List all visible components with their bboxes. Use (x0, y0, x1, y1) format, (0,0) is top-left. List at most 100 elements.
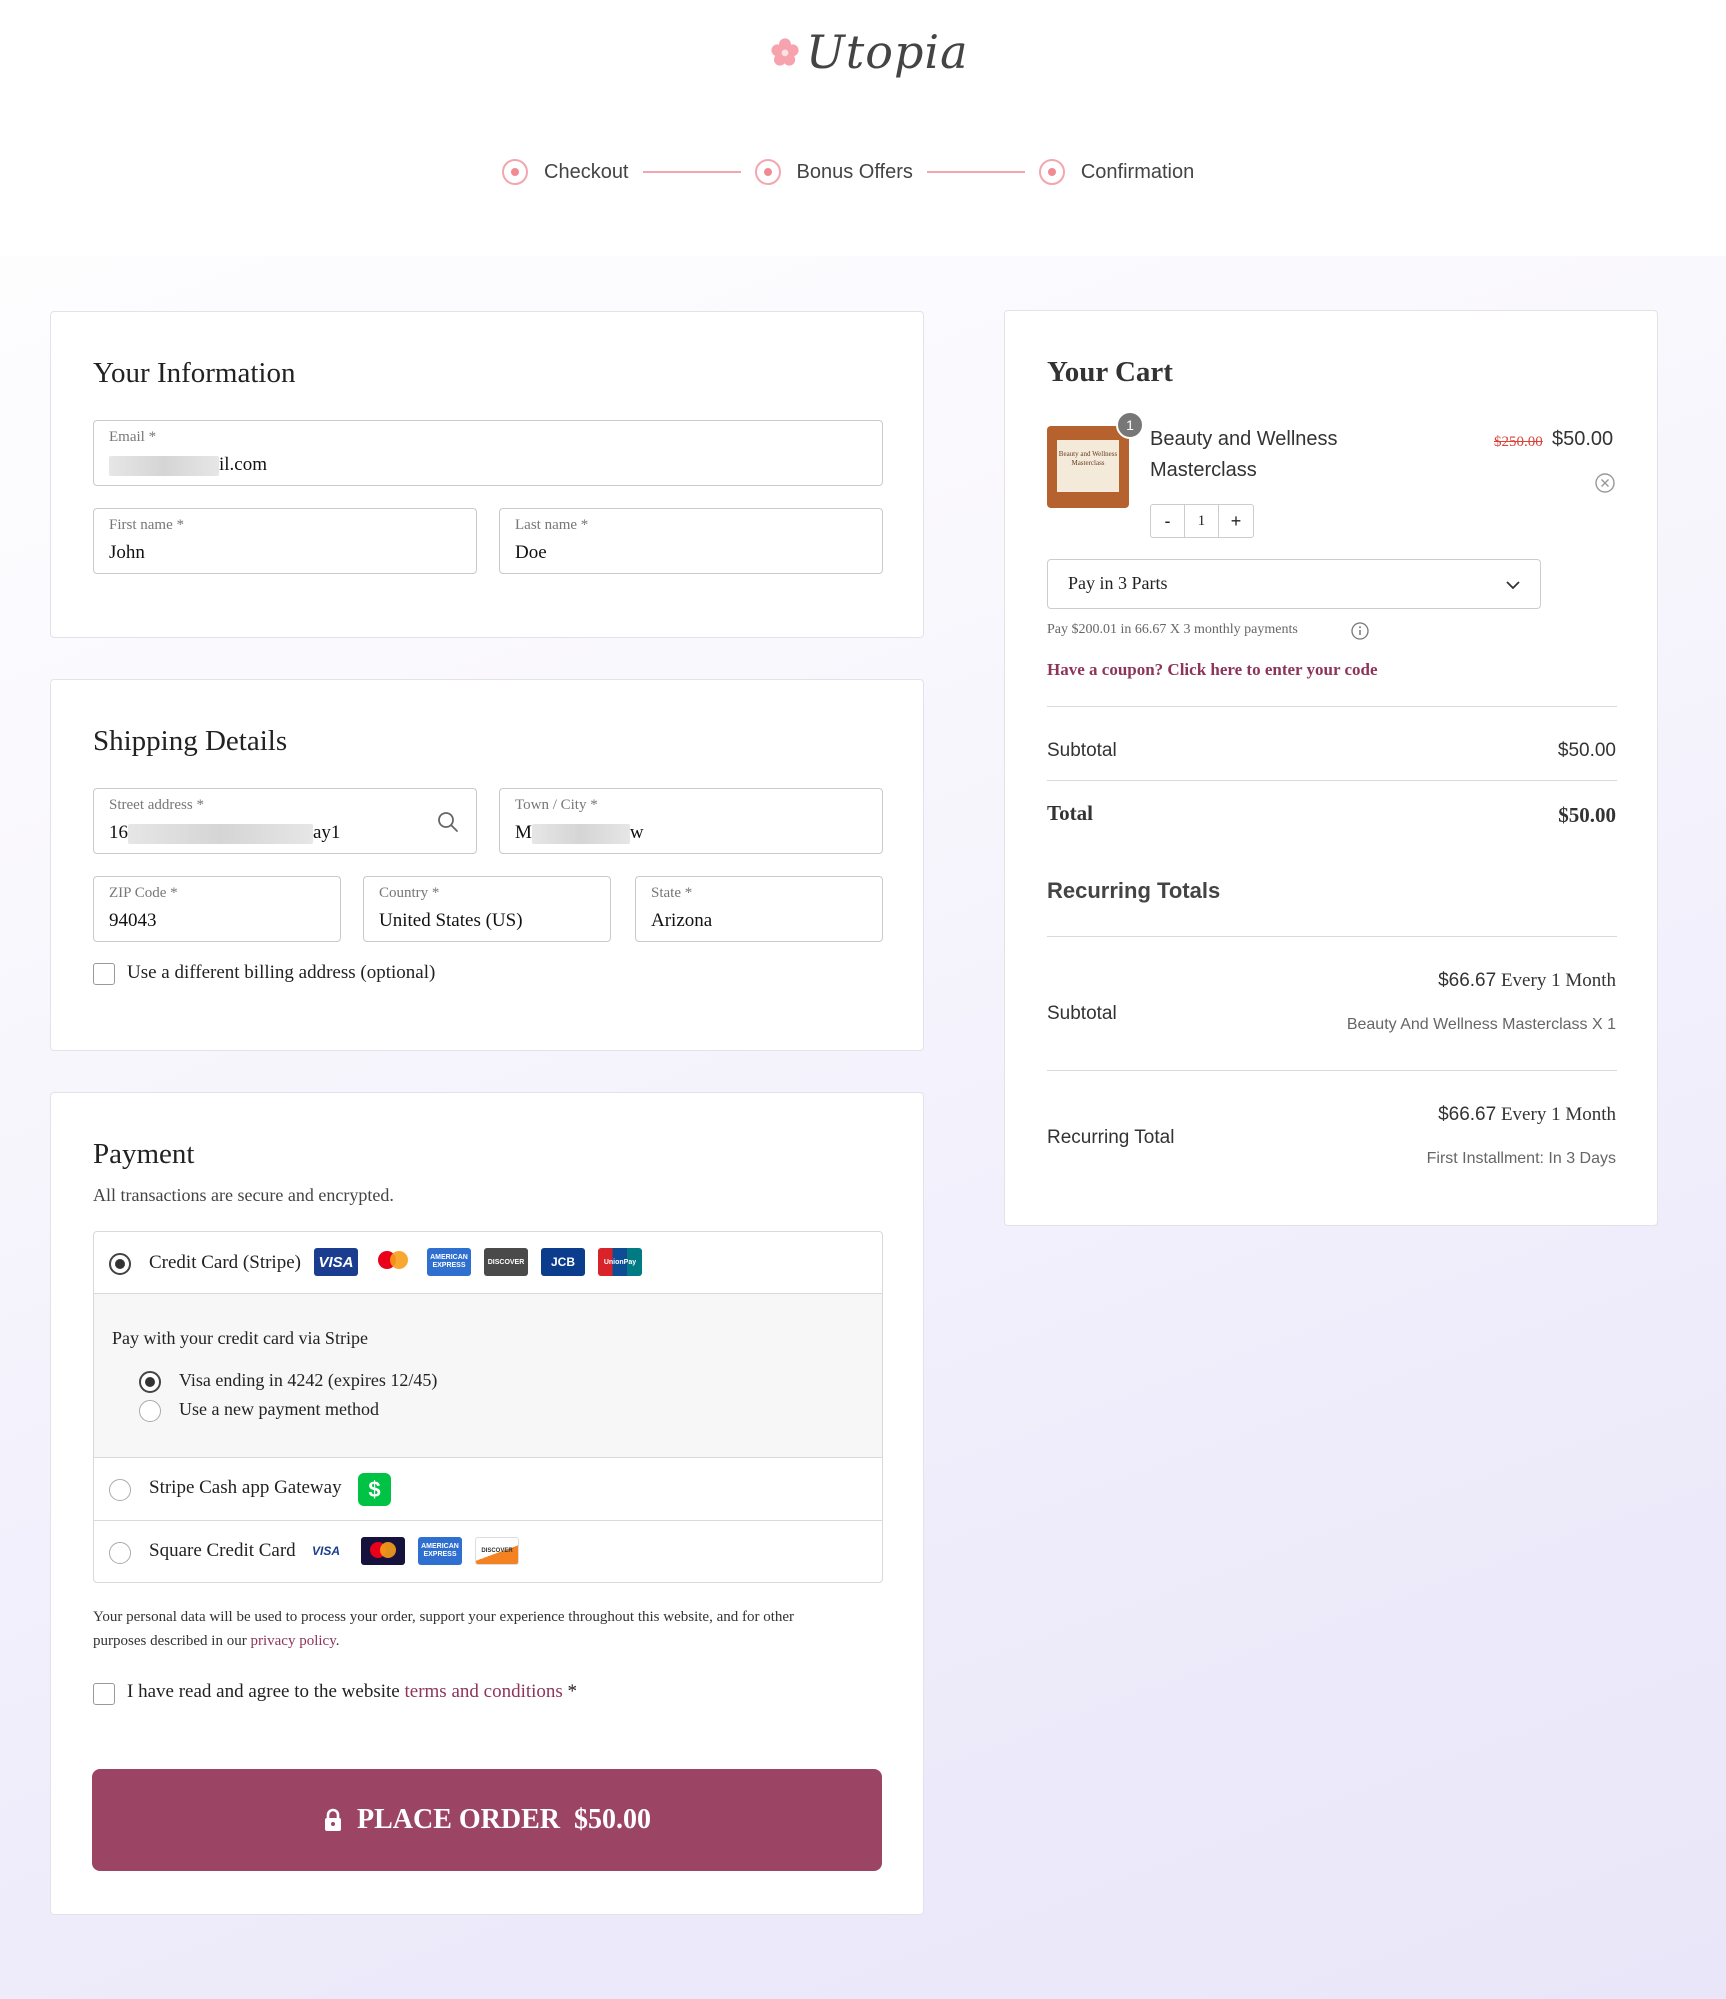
state-field[interactable]: State * Arizona (635, 876, 883, 942)
payment-method-label: Stripe Cash app Gateway (149, 1477, 342, 1498)
shipping-details-card: Shipping Details Street address * 16 ay1 … (50, 679, 924, 1051)
city-field[interactable]: Town / City * Mw (499, 788, 883, 854)
quantity-stepper: - 1 + (1150, 504, 1254, 538)
terms-checkbox[interactable] (93, 1683, 115, 1705)
payment-methods-box: Credit Card (Stripe) VISA AMERICAN EXPRE… (93, 1231, 883, 1583)
different-billing-label: Use a different billing address (optiona… (127, 962, 436, 983)
step-bonus-offers[interactable]: Bonus Offers (754, 159, 913, 185)
country-field[interactable]: Country * United States (US) (363, 876, 611, 942)
first-name-field[interactable]: First name * John (93, 508, 477, 574)
terms-link[interactable]: terms and conditions (404, 1681, 562, 1702)
remove-circle-icon[interactable] (1594, 472, 1616, 494)
email-field[interactable]: Email * il.com (93, 420, 883, 486)
divider (1047, 1070, 1617, 1071)
mastercard-icon (361, 1537, 405, 1565)
zip-code-value: 94043 (109, 910, 157, 931)
discover-icon: DISCOVER (484, 1248, 528, 1276)
field-label: State * (651, 885, 693, 901)
privacy-policy-link[interactable]: privacy policy (250, 1633, 335, 1649)
redacted-text (109, 455, 219, 476)
step-label: Confirmation (1080, 160, 1195, 183)
step-dot-icon (754, 159, 781, 185)
new-method-radio[interactable] (139, 1400, 161, 1422)
place-order-label: PLACE ORDER (356, 1804, 560, 1835)
quantity-value[interactable]: 1 (1185, 505, 1219, 537)
your-information-card: Your Information Email * il.com First na… (50, 311, 924, 638)
cart-item-old-price: $250.00 (1494, 434, 1543, 450)
checkout-steps: Checkout Bonus Offers Confirmation (502, 152, 1194, 192)
street-address-field[interactable]: Street address * 16 ay1 (93, 788, 477, 854)
payment-method-label: Square Credit Card (149, 1540, 296, 1561)
field-label: Email * (109, 429, 157, 445)
square-radio[interactable] (109, 1542, 131, 1564)
terms-label: I have read and agree to the website ter… (127, 1681, 578, 1702)
country-value: United States (US) (379, 910, 523, 931)
cash-app-radio[interactable] (109, 1479, 131, 1501)
cart-item-price: $50.00 (1552, 428, 1614, 450)
unionpay-icon: UnionPay (598, 1248, 642, 1276)
jcb-icon: JCB (541, 1248, 585, 1276)
cart-item-name-line1: Beauty and Wellness (1150, 428, 1338, 450)
subtotal-label: Subtotal (1047, 740, 1117, 761)
step-dot-icon (502, 159, 528, 185)
last-name-field[interactable]: Last name * Doe (499, 508, 883, 574)
cart-item-thumbnail: Beauty and Wellness Masterclass (1047, 426, 1129, 508)
step-checkout[interactable]: Checkout (502, 159, 629, 185)
visa-icon: VISA (314, 1248, 358, 1276)
street-address-value: 16 ay1 (109, 822, 341, 844)
stripe-details-panel: Pay with your credit card via Stripe Vis… (94, 1294, 882, 1458)
city-value: Mw (515, 822, 644, 844)
recurring-subtotal-value: $66.67 Every 1 Month (1438, 970, 1616, 991)
section-title: Shipping Details (93, 725, 288, 757)
chevron-down-icon (1506, 581, 1520, 590)
section-title: Your Information (93, 357, 296, 389)
field-label: Street address * (109, 797, 204, 813)
recurring-total-note: First Installment: In 3 Days (1426, 1150, 1616, 1167)
payment-plan-select[interactable]: Pay in 3 Parts (1047, 559, 1541, 609)
payment-method-label: Credit Card (Stripe) (149, 1252, 301, 1273)
payment-method-cash-app[interactable]: Stripe Cash app Gateway $ (94, 1458, 882, 1521)
cart-title: Your Cart (1047, 356, 1173, 388)
state-value: Arizona (651, 910, 713, 931)
mastercard-icon (371, 1248, 415, 1276)
total-label: Total (1047, 801, 1093, 825)
saved-card-label: Visa ending in 4242 (expires 12/45) (179, 1370, 438, 1390)
lock-icon (324, 1808, 341, 1831)
last-name-value: Doe (515, 542, 547, 563)
subtotal-value: $50.00 (1557, 740, 1616, 761)
coupon-link[interactable]: Have a coupon? Click here to enter your … (1047, 660, 1378, 680)
divider (1047, 706, 1617, 707)
different-billing-checkbox[interactable] (93, 963, 115, 985)
cash-app-icon: $ (358, 1473, 391, 1506)
saved-card-radio[interactable] (139, 1371, 161, 1393)
step-dot-icon (1038, 159, 1065, 185)
field-label: Last name * (515, 517, 589, 533)
email-value: il.com (109, 454, 267, 476)
quantity-minus-button[interactable]: - (1151, 505, 1185, 537)
quantity-badge: 1 (1116, 411, 1144, 439)
place-order-button[interactable]: PLACE ORDER $50.00 (92, 1769, 882, 1871)
step-confirmation[interactable]: Confirmation (1038, 159, 1195, 185)
info-icon[interactable] (1350, 621, 1370, 641)
amex-icon: AMERICAN EXPRESS (418, 1537, 462, 1565)
payment-plan-value: Pay in 3 Parts (1068, 573, 1168, 593)
thumbnail-text: Beauty and Wellness Masterclass (1057, 440, 1119, 492)
zip-code-field[interactable]: ZIP Code * 94043 (93, 876, 341, 942)
brand-logo[interactable]: Utopia (768, 22, 969, 82)
quantity-plus-button[interactable]: + (1219, 505, 1253, 537)
new-method-label: Use a new payment method (179, 1399, 379, 1419)
step-connector (926, 171, 1025, 173)
redacted-text (128, 823, 313, 844)
field-label: Country * (379, 885, 440, 901)
search-icon[interactable] (436, 810, 460, 834)
stripe-intro: Pay with your credit card via Stripe (112, 1328, 368, 1348)
amex-icon: AMERICAN EXPRESS (427, 1248, 471, 1276)
field-label: ZIP Code * (109, 885, 178, 901)
discover-icon: DISCOVER (475, 1537, 519, 1565)
divider (1047, 936, 1617, 937)
payment-method-square[interactable]: Square Credit Card VISA AMERICAN EXPRESS… (94, 1521, 882, 1582)
stripe-radio[interactable] (109, 1253, 131, 1275)
divider (1047, 780, 1617, 781)
payment-plan-note: Pay $200.01 in 66.67 X 3 monthly payment… (1047, 622, 1298, 637)
payment-method-stripe[interactable]: Credit Card (Stripe) VISA AMERICAN EXPRE… (94, 1232, 882, 1294)
